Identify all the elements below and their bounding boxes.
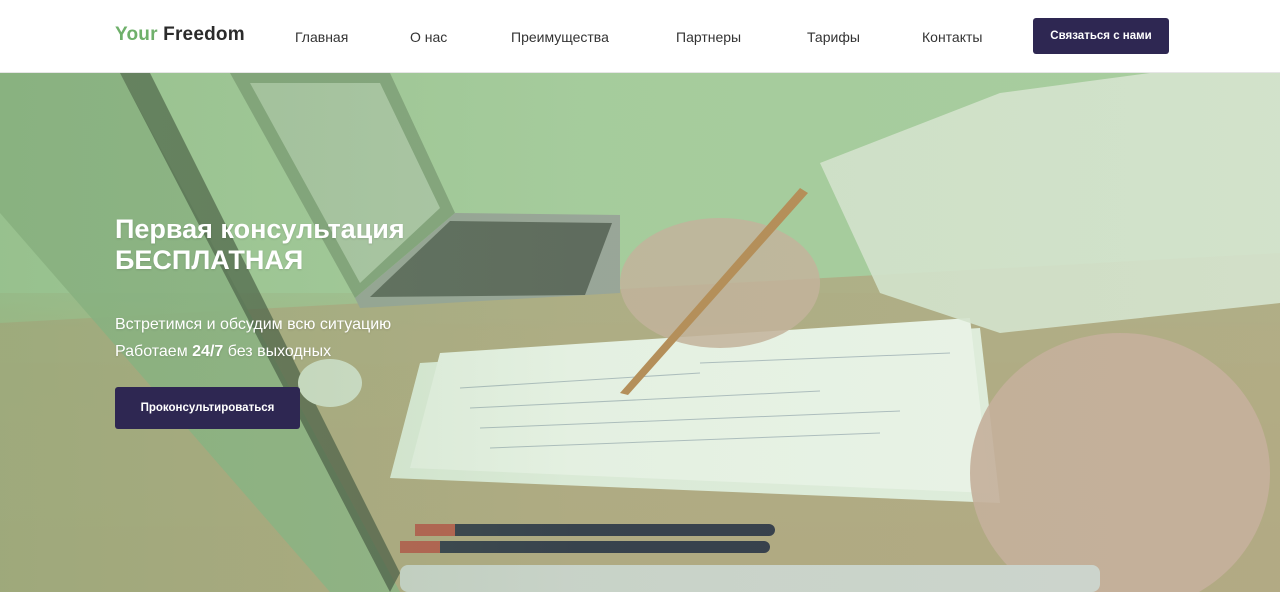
contact-us-button[interactable]: Связаться с нами	[1033, 18, 1169, 54]
hero-subtitle-line2: Работаем 24/7 без выходных	[115, 338, 391, 365]
logo[interactable]: Your Freedom	[115, 24, 245, 46]
consult-button[interactable]: Проконсультироваться	[115, 387, 300, 429]
nav-item-contacts[interactable]: Контакты	[922, 29, 982, 45]
hero-section: Первая консультация БЕСПЛАТНАЯ Встретимс…	[0, 73, 1280, 592]
site-header: Your Freedom Главная О нас Преимущества …	[0, 0, 1280, 73]
logo-word-freedom: Freedom	[163, 24, 245, 45]
hero-subtitle-line1: Встретимся и обсудим всю ситуацию	[115, 316, 392, 333]
hero-subtitle: Встретимся и обсудим всю ситуацию Работа…	[115, 311, 391, 365]
nav-item-advantages[interactable]: Преимущества	[511, 29, 609, 45]
hero-subtitle-hours: 24/7	[192, 343, 224, 360]
hero-title: Первая консультация БЕСПЛАТНАЯ	[115, 214, 405, 276]
hero-title-line1: Первая консультация	[115, 214, 405, 244]
hero-title-line2: БЕСПЛАТНАЯ	[115, 245, 304, 275]
nav-item-about[interactable]: О нас	[410, 29, 447, 45]
hero-subtitle-suffix: без выходных	[227, 343, 332, 360]
nav-item-home[interactable]: Главная	[295, 29, 348, 45]
hero-subtitle-prefix: Работаем	[115, 343, 188, 360]
nav-item-pricing[interactable]: Тарифы	[807, 29, 860, 45]
logo-word-your: Your	[115, 24, 158, 45]
nav-item-partners[interactable]: Партнеры	[676, 29, 741, 45]
